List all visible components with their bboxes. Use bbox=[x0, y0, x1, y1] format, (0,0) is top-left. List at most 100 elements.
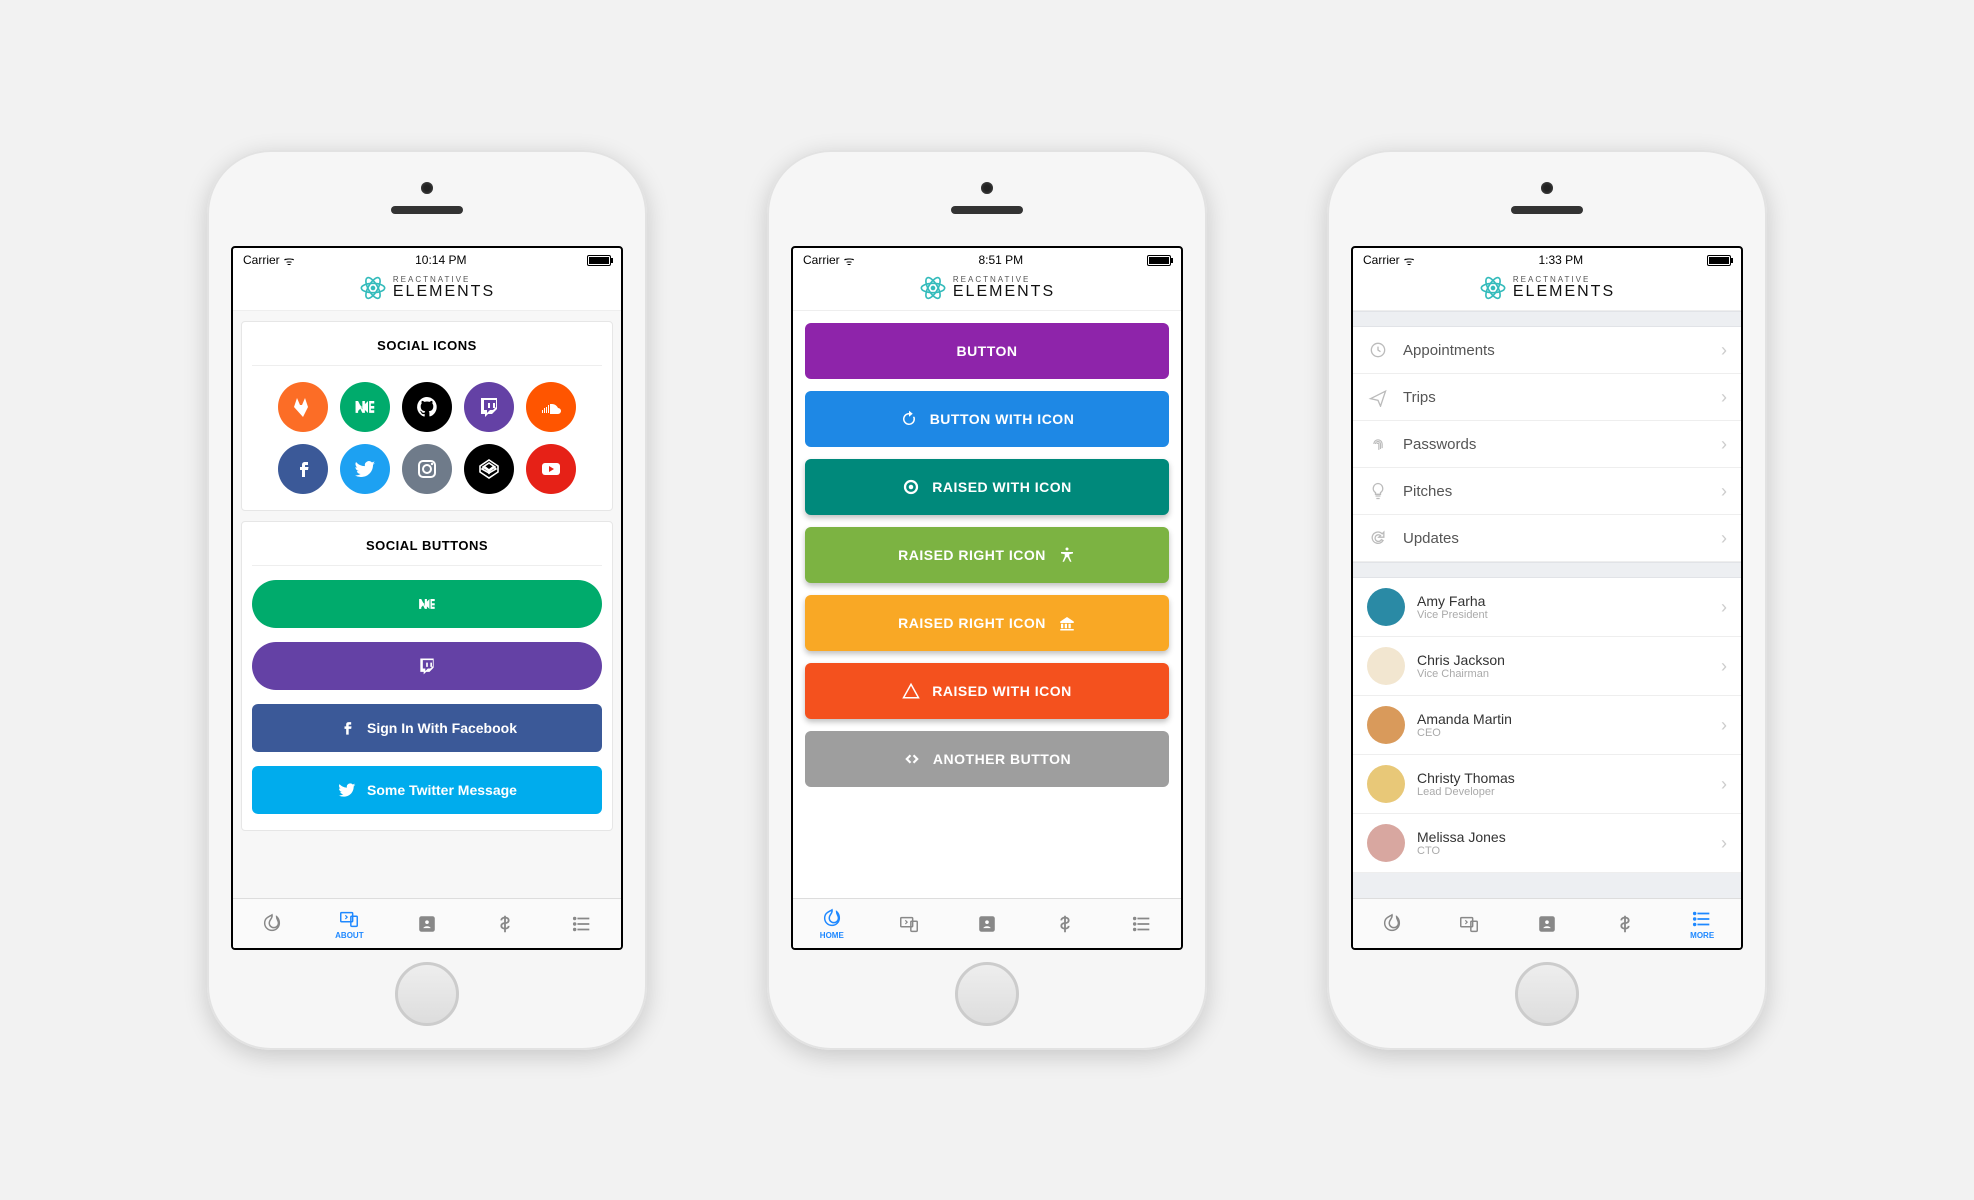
button-label: RAISED WITH ICON bbox=[932, 683, 1071, 699]
status-time: 10:14 PM bbox=[415, 253, 466, 267]
button-raised-with-icon[interactable]: RAISED WITH ICON bbox=[805, 459, 1169, 515]
tab-about[interactable]: ABOUT bbox=[311, 899, 389, 948]
list-separator bbox=[1353, 311, 1741, 327]
carrier-label: Carrier bbox=[243, 253, 280, 267]
youtube-icon[interactable] bbox=[526, 444, 576, 494]
chevron-right-icon: › bbox=[1721, 715, 1727, 736]
list-item-updates[interactable]: Updates› bbox=[1353, 515, 1741, 562]
button-label: BUTTON WITH ICON bbox=[930, 411, 1075, 427]
button-button-with-icon[interactable]: BUTTON WITH ICON bbox=[805, 391, 1169, 447]
tab-contact[interactable] bbox=[948, 899, 1026, 948]
github-icon[interactable] bbox=[402, 382, 452, 432]
soundcloud-icon[interactable] bbox=[526, 382, 576, 432]
button-button[interactable]: BUTTON bbox=[805, 323, 1169, 379]
tab-pricing[interactable] bbox=[466, 899, 544, 948]
content-1: SOCIAL ICONS SOCIAL BUTTONS Sign In With… bbox=[233, 311, 621, 898]
chevron-right-icon: › bbox=[1721, 774, 1727, 795]
tab-home[interactable] bbox=[1353, 899, 1431, 948]
app-header: REACTNATIVEELEMENTS bbox=[793, 272, 1181, 311]
list-item-pitches[interactable]: Pitches › bbox=[1353, 468, 1741, 515]
tab-more[interactable]: MORE bbox=[1663, 899, 1741, 948]
social-button-twitter[interactable]: Some Twitter Message bbox=[252, 766, 602, 814]
instagram-icon[interactable] bbox=[402, 444, 452, 494]
social-buttons-title: SOCIAL BUTTONS bbox=[252, 532, 602, 566]
tab-bar: ABOUT bbox=[233, 898, 621, 948]
phone-camera bbox=[1541, 182, 1553, 194]
status-time: 1:33 PM bbox=[1538, 253, 1583, 267]
home-button[interactable] bbox=[1515, 962, 1579, 1026]
person-name: Christy Thomas bbox=[1417, 770, 1709, 786]
social-buttons-card: SOCIAL BUTTONS Sign In With Facebook Some… bbox=[241, 521, 613, 831]
carrier-label: Carrier bbox=[1363, 253, 1400, 267]
list-item-passwords[interactable]: Passwords› bbox=[1353, 421, 1741, 468]
avatar bbox=[1367, 706, 1405, 744]
tab-label: MORE bbox=[1690, 931, 1714, 940]
screen-3: Carrierᯤ 1:33 PM REACTNATIVEELEMENTS App… bbox=[1351, 246, 1743, 950]
screen-2: Carrierᯤ 8:51 PM REACTNATIVEELEMENTS BUT… bbox=[791, 246, 1183, 950]
person-name: Amanda Martin bbox=[1417, 711, 1709, 727]
button-another-button[interactable]: ANOTHER BUTTON bbox=[805, 731, 1169, 787]
person-name: Chris Jackson bbox=[1417, 652, 1709, 668]
button-label: RAISED WITH ICON bbox=[932, 479, 1071, 495]
gitlab-icon[interactable] bbox=[278, 382, 328, 432]
social-button-medium[interactable] bbox=[252, 580, 602, 628]
list-item-appointments[interactable]: Appointments› bbox=[1353, 327, 1741, 374]
tab-about[interactable] bbox=[1431, 899, 1509, 948]
social-button-label: Sign In With Facebook bbox=[367, 720, 517, 736]
tab-pricing[interactable] bbox=[1586, 899, 1664, 948]
person-role: CEO bbox=[1417, 727, 1709, 739]
social-button-label: Some Twitter Message bbox=[367, 782, 517, 798]
home-button[interactable] bbox=[395, 962, 459, 1026]
bulb-icon bbox=[1367, 480, 1389, 502]
avatar bbox=[1367, 824, 1405, 862]
tab-contact[interactable] bbox=[388, 899, 466, 948]
home-button[interactable] bbox=[955, 962, 1019, 1026]
battery-icon bbox=[1147, 255, 1171, 266]
wifi-icon: ᯤ bbox=[844, 252, 855, 269]
tab-more[interactable] bbox=[543, 899, 621, 948]
brand-bottom: ELEMENTS bbox=[393, 284, 495, 300]
carrier-label: Carrier bbox=[803, 253, 840, 267]
codepen-icon[interactable] bbox=[464, 444, 514, 494]
avatar bbox=[1367, 588, 1405, 626]
person-row[interactable]: Melissa JonesCTO› bbox=[1353, 814, 1741, 873]
person-row[interactable]: Chris JacksonVice Chairman› bbox=[1353, 637, 1741, 696]
tab-bar: HOME bbox=[793, 898, 1181, 948]
tab-contact[interactable] bbox=[1508, 899, 1586, 948]
twitter-icon[interactable] bbox=[340, 444, 390, 494]
twitch-icon[interactable] bbox=[464, 382, 514, 432]
person-row[interactable]: Christy ThomasLead Developer › bbox=[1353, 755, 1741, 814]
plane-icon bbox=[1367, 386, 1389, 408]
person-role: Lead Developer bbox=[1417, 786, 1709, 798]
phone-speaker bbox=[391, 206, 463, 214]
tab-home[interactable] bbox=[233, 899, 311, 948]
button-raised-right-icon[interactable]: RAISED RIGHT ICON bbox=[805, 527, 1169, 583]
button-label: RAISED RIGHT ICON bbox=[898, 547, 1046, 563]
medium-icon[interactable] bbox=[340, 382, 390, 432]
social-button-twitch[interactable] bbox=[252, 642, 602, 690]
avatar bbox=[1367, 647, 1405, 685]
tab-pricing[interactable] bbox=[1026, 899, 1104, 948]
chevron-right-icon: › bbox=[1721, 481, 1727, 502]
tab-more[interactable] bbox=[1103, 899, 1181, 948]
tab-about[interactable] bbox=[871, 899, 949, 948]
button-raised-right-icon[interactable]: RAISED RIGHT ICON bbox=[805, 595, 1169, 651]
wifi-icon: ᯤ bbox=[284, 252, 295, 269]
person-row[interactable]: Amy FarhaVice President› bbox=[1353, 578, 1741, 637]
tab-label: ABOUT bbox=[335, 931, 363, 940]
refresh-icon bbox=[1367, 527, 1389, 549]
person-row[interactable]: Amanda MartinCEO › bbox=[1353, 696, 1741, 755]
phone-speaker bbox=[1511, 206, 1583, 214]
brand-bottom: ELEMENTS bbox=[953, 284, 1055, 300]
social-button-facebook[interactable]: Sign In With Facebook bbox=[252, 704, 602, 752]
tab-home[interactable]: HOME bbox=[793, 899, 871, 948]
list-item-trips[interactable]: Trips› bbox=[1353, 374, 1741, 421]
phone-speaker bbox=[951, 206, 1023, 214]
button-raised-with-icon[interactable]: RAISED WITH ICON bbox=[805, 663, 1169, 719]
fingerprint-icon bbox=[1367, 433, 1389, 455]
app-header: REACTNATIVEELEMENTS bbox=[1353, 272, 1741, 311]
list-item-label: Pitches bbox=[1403, 483, 1707, 500]
app-header: REACTNATIVEELEMENTS bbox=[233, 272, 621, 311]
tab-bar: MORE bbox=[1353, 898, 1741, 948]
facebook-icon[interactable] bbox=[278, 444, 328, 494]
